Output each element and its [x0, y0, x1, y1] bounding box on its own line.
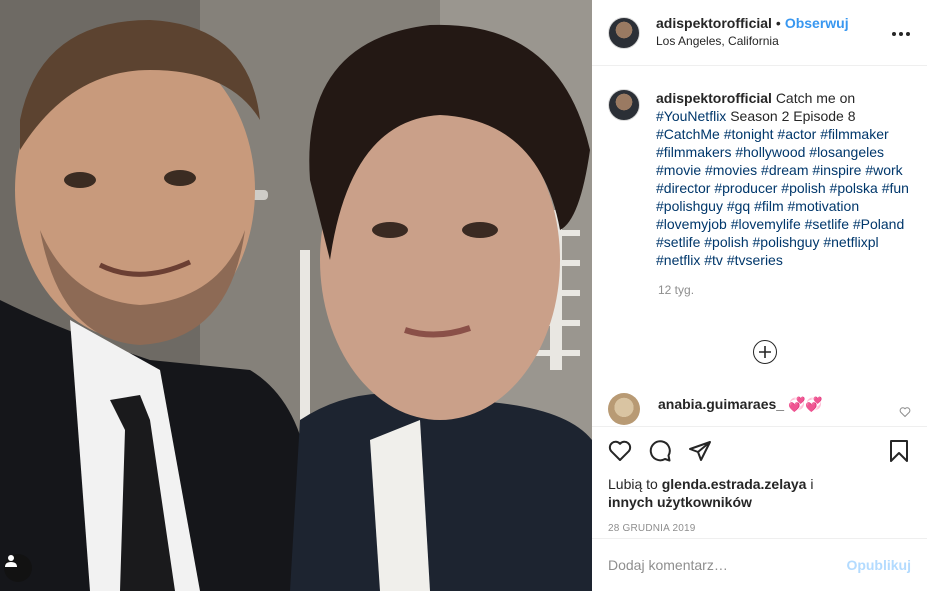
plus-icon	[759, 346, 771, 358]
user-icon	[5, 555, 17, 567]
commenter-username[interactable]: anabia.guimaraes_	[658, 396, 784, 412]
load-more-comments-button[interactable]	[753, 340, 777, 364]
likes-prefix: Lubią to	[608, 476, 658, 492]
caption-text: adispektorofficial Catch me on #YouNetfl…	[656, 89, 911, 269]
post-photo[interactable]	[0, 0, 592, 591]
likes-suffix: i	[810, 476, 814, 492]
comment-icon	[649, 440, 671, 462]
comment-item: anabia.guimaraes_ 💞💞	[608, 393, 911, 425]
share-button[interactable]	[688, 439, 712, 463]
location-link[interactable]: Los Angeles, California	[656, 33, 887, 50]
author-info: adispektorofficial • Obserwuj Los Angeles,…	[656, 15, 887, 50]
tagged-users-button[interactable]	[4, 554, 32, 582]
comments-section: adispektorofficial Catch me on #YouNetfl…	[592, 67, 927, 426]
comment-like-button[interactable]	[899, 405, 911, 421]
bookmark-icon	[890, 440, 908, 462]
follow-button[interactable]: Obserwuj	[785, 15, 849, 31]
author-username[interactable]: adispektorofficial	[656, 15, 772, 31]
add-comment-bar: Opublikuj	[592, 538, 927, 591]
save-button[interactable]	[887, 439, 911, 463]
post-actions: Lubią to glenda.estrada.zelaya i innych …	[592, 426, 927, 538]
action-icons	[592, 427, 927, 475]
comment-text: anabia.guimaraes_ 💞💞	[658, 396, 823, 413]
caption-body: Catch me on	[775, 90, 856, 106]
likes-summary: Lubią to glenda.estrada.zelaya i innych …	[592, 475, 927, 511]
more-options-button[interactable]	[887, 24, 911, 42]
comment-input[interactable]	[608, 557, 847, 573]
send-icon	[689, 441, 711, 461]
photo-illustration	[0, 0, 592, 591]
commenter-avatar[interactable]	[608, 393, 640, 425]
comment-button[interactable]	[648, 439, 672, 463]
more-horizontal-icon	[892, 31, 910, 36]
post-date[interactable]: 28 GRUDNIA 2019	[592, 523, 927, 534]
caption-hashtag-link[interactable]: #YouNetflix	[656, 108, 726, 124]
separator-dot: •	[775, 15, 781, 31]
heart-icon	[608, 440, 632, 461]
caption-body-2: Season 2 Episode 8	[730, 108, 856, 124]
like-button[interactable]	[608, 439, 632, 463]
comment-body: 💞💞	[787, 396, 823, 412]
post-sidebar: adispektorofficial • Obserwuj Los Angeles,…	[592, 0, 927, 591]
caption-username[interactable]: adispektorofficial	[656, 90, 772, 106]
heart-outline-icon	[899, 407, 911, 418]
post-comment-button[interactable]: Opublikuj	[846, 557, 911, 573]
author-avatar[interactable]	[608, 16, 640, 49]
caption-avatar[interactable]	[608, 89, 640, 121]
post-header: adispektorofficial • Obserwuj Los Angeles,…	[592, 0, 927, 66]
caption-hashtags[interactable]: #CatchMe #tonight #actor #filmmaker #fil…	[656, 126, 909, 268]
likes-others-link[interactable]: innych użytkowników	[608, 494, 752, 510]
caption: adispektorofficial Catch me on #YouNetfl…	[592, 67, 927, 269]
likes-user-link[interactable]: glenda.estrada.zelaya	[662, 476, 807, 492]
caption-age[interactable]: 12 tyg.	[658, 283, 927, 297]
